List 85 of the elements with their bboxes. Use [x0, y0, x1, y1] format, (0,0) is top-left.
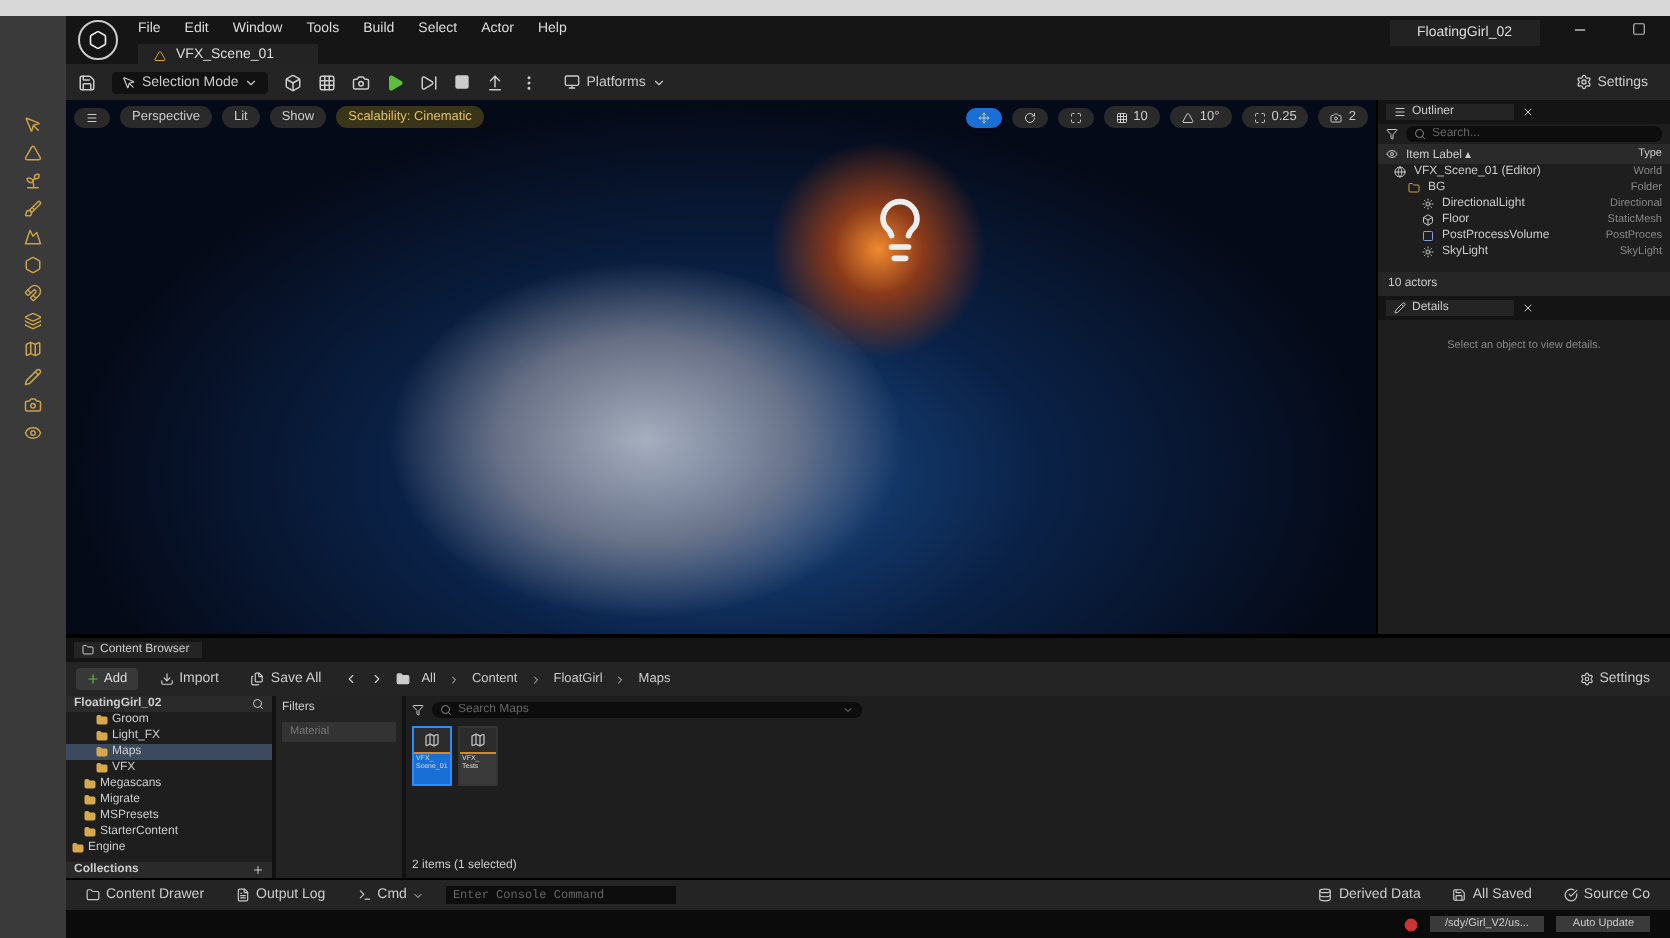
maximize-icon[interactable]: [1632, 22, 1646, 36]
close-icon[interactable]: [1522, 302, 1534, 314]
camera-icon[interactable]: [24, 396, 42, 414]
save-icon: [1452, 888, 1467, 902]
camera-icon: [1330, 111, 1343, 123]
scale-button[interactable]: [1057, 107, 1094, 127]
mountain-icon[interactable]: [24, 228, 42, 246]
chevron-icon: [614, 673, 627, 685]
back-icon[interactable]: [343, 672, 358, 686]
menu-icon: [86, 111, 98, 123]
engine-logo: [78, 20, 118, 60]
brush-icon[interactable]: [24, 200, 42, 218]
filter-icon[interactable]: [412, 704, 424, 716]
download-icon: [159, 672, 174, 686]
rotate-button[interactable]: [1011, 107, 1048, 127]
folder-icon: [72, 842, 84, 854]
chevron-icon: [244, 75, 259, 89]
pointer-icon[interactable]: [24, 116, 42, 134]
folder-icon: [82, 644, 94, 656]
chevron-icon: [529, 673, 542, 685]
settings-icon: [1575, 74, 1592, 90]
square-icon: [1422, 230, 1434, 242]
sun-icon: [1422, 198, 1434, 210]
eject-icon[interactable]: [486, 73, 505, 91]
triangle-icon: [154, 49, 166, 61]
document-icon: [236, 888, 251, 902]
pointer-icon: [122, 75, 136, 89]
monitor-icon: [564, 74, 581, 90]
move-icon: [977, 111, 990, 123]
rotate-icon: [1023, 111, 1036, 123]
chevron-icon: [651, 75, 666, 89]
map-icon: [424, 732, 440, 748]
skip-icon[interactable]: [420, 73, 439, 91]
terminal-icon: [357, 888, 372, 902]
chevron-icon: [447, 673, 460, 685]
folder-icon: [96, 762, 108, 774]
eye-icon: [1386, 148, 1398, 160]
pencil-icon: [1394, 302, 1406, 314]
folder-icon: [84, 794, 96, 806]
magnet-icon[interactable]: [24, 284, 42, 302]
database-icon: [1318, 888, 1333, 902]
globe-icon: [1394, 166, 1406, 178]
grid-icon[interactable]: [318, 73, 337, 91]
close-icon[interactable]: [1522, 106, 1534, 118]
files-icon: [250, 672, 265, 686]
plant-icon[interactable]: [24, 172, 42, 190]
folder-icon: [96, 714, 108, 726]
search-icon[interactable]: [252, 698, 264, 710]
grid-icon: [1115, 111, 1128, 123]
save-icon[interactable]: [78, 73, 96, 91]
map-icon: [470, 732, 486, 748]
folder-icon: [96, 730, 108, 742]
map-icon[interactable]: [24, 340, 42, 358]
sun-icon: [1422, 246, 1434, 258]
folder-icon: [96, 746, 108, 758]
layers-icon[interactable]: [24, 312, 42, 330]
menu-button[interactable]: [74, 107, 110, 127]
settings-icon: [1579, 672, 1594, 686]
folder-icon: [86, 888, 100, 902]
search-icon: [440, 704, 452, 716]
plus-icon[interactable]: [252, 864, 264, 876]
filter-icon[interactable]: [1386, 128, 1398, 140]
play-icon[interactable]: [386, 73, 405, 91]
plus-icon: [86, 672, 100, 686]
stop-icon[interactable]: [454, 74, 471, 90]
folder-icon: [84, 778, 96, 790]
record-icon: [1403, 917, 1418, 931]
list-icon: [1394, 106, 1406, 118]
chevron-icon: [412, 889, 425, 901]
forward-icon[interactable]: [369, 672, 384, 686]
eye-icon[interactable]: [24, 424, 42, 442]
folder-icon: [395, 672, 410, 686]
hexagon-icon[interactable]: [24, 256, 42, 274]
camera-icon[interactable]: [352, 73, 371, 91]
folder-icon: [84, 826, 96, 838]
cube-icon[interactable]: [284, 73, 303, 91]
check-icon: [1563, 888, 1578, 902]
triangle-icon[interactable]: [24, 144, 42, 162]
folder-icon: [1408, 182, 1420, 194]
move-button[interactable]: [965, 107, 1002, 127]
angle-icon: [1181, 111, 1194, 123]
pencil-icon[interactable]: [24, 368, 42, 386]
cube-icon: [1422, 214, 1434, 226]
search-icon: [1414, 128, 1426, 140]
folder-icon: [84, 810, 96, 822]
